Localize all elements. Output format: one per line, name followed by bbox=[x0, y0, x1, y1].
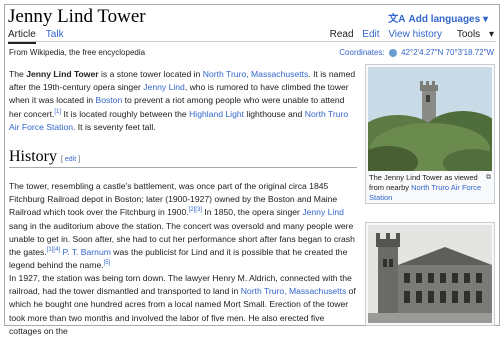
tab-edit[interactable]: Edit bbox=[362, 29, 379, 40]
link-highland-light[interactable]: Highland Light bbox=[189, 109, 244, 119]
coordinates-label: Coordinates: bbox=[339, 48, 385, 57]
history-paragraph-1: The tower, resembling a castle's battlem… bbox=[9, 180, 357, 272]
edit-section-link[interactable]: edit bbox=[65, 156, 76, 163]
coordinates-link[interactable]: 42°2′4.27″N 70°3′18.72″W bbox=[401, 48, 494, 57]
intro-paragraph: The Jenny Lind Tower is a stone tower lo… bbox=[9, 68, 357, 134]
text: In 1850, the opera singer bbox=[201, 207, 303, 218]
section-heading-history: History [ edit ] bbox=[9, 148, 80, 166]
tab-view-history[interactable]: View history bbox=[388, 29, 442, 40]
thumbnail-tower: The Jenny Lind Tower as viewed from near… bbox=[365, 64, 495, 204]
thumbnail-caption: The Jenny Lind Tower as viewed from near… bbox=[369, 173, 491, 203]
tab-divider bbox=[8, 41, 496, 42]
thumbnail-station bbox=[365, 222, 495, 326]
enlarge-icon[interactable]: ⧉ bbox=[486, 173, 491, 183]
link-jenny-lind[interactable]: Jenny Lind bbox=[143, 82, 185, 92]
heading-text: History bbox=[9, 148, 57, 165]
tab-read[interactable]: Read bbox=[330, 29, 354, 40]
section-edit: [ edit ] bbox=[61, 156, 80, 163]
bold-title: Jenny Lind Tower bbox=[26, 69, 99, 79]
station-photo[interactable] bbox=[368, 225, 492, 323]
link-north-truro[interactable]: North Truro, Massachusetts bbox=[241, 286, 347, 296]
text: lighthouse and bbox=[244, 108, 305, 119]
text: . It is seventy feet tall. bbox=[73, 121, 156, 132]
bracket: ] bbox=[76, 156, 81, 163]
chevron-down-icon: ▾ bbox=[488, 29, 494, 40]
translate-icon: 文A bbox=[388, 14, 406, 25]
tower-photo[interactable] bbox=[368, 67, 492, 171]
add-languages-button[interactable]: 文A Add languages ▾ bbox=[388, 10, 488, 25]
text: is a stone tower located in bbox=[98, 69, 203, 79]
text: It is located roughly between the bbox=[61, 108, 190, 119]
chevron-down-icon: ▾ bbox=[482, 14, 488, 25]
station-photo-graphic bbox=[368, 225, 492, 323]
tab-tools[interactable]: Tools ▾ bbox=[451, 29, 494, 40]
link-pt-barnum[interactable]: P. T. Barnum bbox=[62, 247, 110, 257]
link-north-truro[interactable]: North Truro, Massachusetts bbox=[203, 69, 309, 79]
link-boston[interactable]: Boston bbox=[95, 95, 122, 105]
tagline: From Wikipedia, the free encyclopedia bbox=[9, 48, 146, 57]
text: The bbox=[9, 69, 27, 79]
heading-divider bbox=[9, 167, 357, 168]
ref-1-4[interactable]: [1][4] bbox=[47, 247, 60, 253]
tower-photo-graphic bbox=[368, 67, 492, 171]
coordinates: Coordinates: 42°2′4.27″N 70°3′18.72″W bbox=[339, 48, 494, 57]
view-tabs: Read Edit View history Tools ▾ bbox=[324, 29, 494, 40]
ref-5[interactable]: [5] bbox=[104, 260, 111, 266]
globe-icon[interactable] bbox=[388, 48, 397, 57]
ref-2-3[interactable]: [2][3] bbox=[189, 208, 202, 214]
history-paragraph-2: In 1927, the station was being torn down… bbox=[9, 272, 357, 338]
add-languages-label: Add languages bbox=[408, 14, 481, 25]
tools-label: Tools bbox=[456, 29, 481, 40]
page-title: Jenny Lind Tower bbox=[8, 6, 146, 27]
tab-talk[interactable]: Talk bbox=[46, 29, 64, 40]
link-jenny-lind[interactable]: Jenny Lind bbox=[302, 207, 344, 217]
